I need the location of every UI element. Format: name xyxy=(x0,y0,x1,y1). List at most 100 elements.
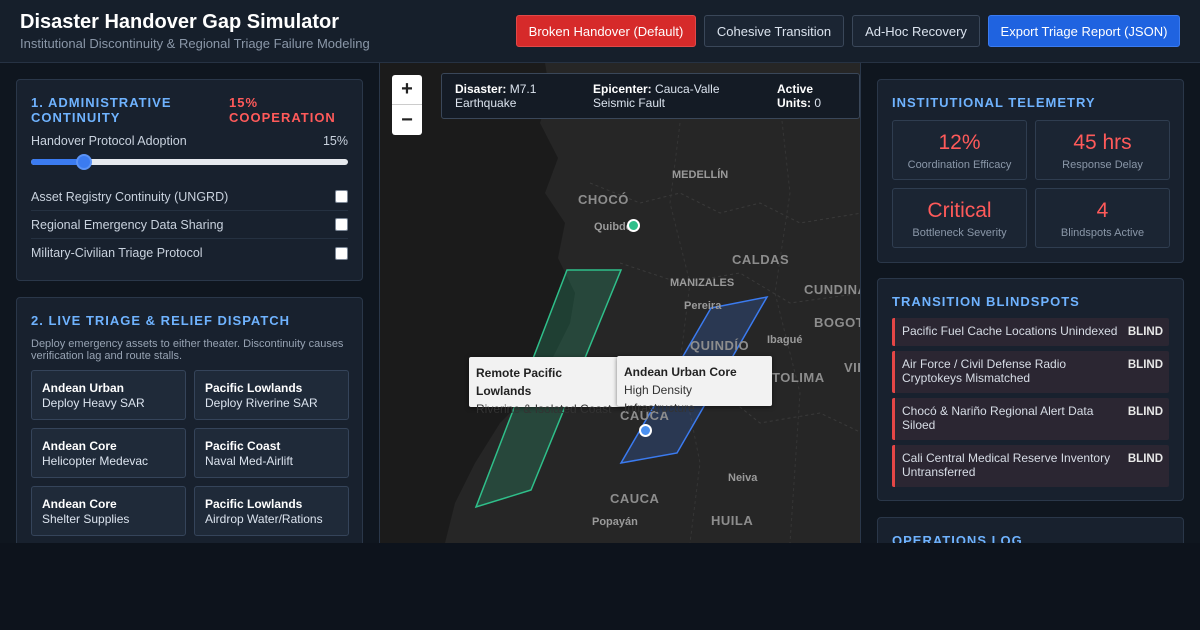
blindspot-text: Air Force / Civil Defense Radio Cryptoke… xyxy=(902,357,1067,385)
pacific-tooltip-title: Remote Pacific Lowlands xyxy=(476,366,563,398)
active-units-value: 0 xyxy=(814,96,822,110)
live-triage-panel: 2. Live Triage & Relief Dispatch Deploy … xyxy=(16,297,363,543)
dispatch-zone: Pacific Lowlands xyxy=(205,497,303,511)
map-city-label: Ibagué xyxy=(767,334,803,346)
map-region-label: TOLIMA xyxy=(772,370,825,385)
metric-label: Blindspots Active xyxy=(1060,227,1145,239)
disaster-info-bar: Disaster: M7.1 Earthquake Epicenter: Cau… xyxy=(441,73,860,119)
zoom-out-button[interactable]: − xyxy=(392,105,422,135)
disaster-label: Disaster: xyxy=(455,82,507,96)
blindspot-tag: BLIND xyxy=(1127,406,1163,418)
metric-label: Response Delay xyxy=(1062,159,1143,171)
map-city-label: Pereira xyxy=(684,300,722,312)
dispatch-pacific-coast-airlift-button[interactable]: Pacific Coast Naval Med-Airlift xyxy=(194,428,349,478)
blindspots-section-title: Transition Blindspots xyxy=(892,294,1080,309)
metric-label: Bottleneck Severity xyxy=(912,227,1007,239)
scenario-broken-handover-button[interactable]: Broken Handover (Default) xyxy=(516,15,696,47)
metric-coordination-efficacy: 12% Coordination Efficacy xyxy=(892,120,1027,180)
metric-label: Coordination Efficacy xyxy=(907,159,1012,171)
slider-thumb[interactable] xyxy=(76,154,92,170)
metric-value: 45 hrs xyxy=(1073,131,1132,154)
map-region-label: VILL xyxy=(844,360,860,375)
andean-tooltip-title: Andean Urban Core xyxy=(624,365,737,379)
pacific-unit-marker[interactable] xyxy=(627,219,640,232)
department-border xyxy=(774,102,801,543)
department-border xyxy=(669,122,701,543)
app-header: Disaster Handover Gap Simulator Institut… xyxy=(0,0,1200,63)
admin-section-title: 1. Administrative Continuity xyxy=(31,95,172,125)
dispatch-andean-core-shelter-button[interactable]: Andean Core Shelter Supplies xyxy=(31,486,186,536)
map-city-label: Neiva xyxy=(728,472,758,484)
metric-bottleneck-severity: Critical Bottleneck Severity xyxy=(892,188,1027,248)
transition-blindspots-panel: Transition Blindspots Pacific Fuel Cache… xyxy=(877,278,1184,501)
dispatch-pacific-lowlands-airdrop-button[interactable]: Pacific Lowlands Airdrop Water/Rations xyxy=(194,486,349,536)
epicenter-label: Epicenter: xyxy=(593,82,652,96)
triage-description: Deploy emergency assets to either theate… xyxy=(31,338,344,362)
scenario-adhoc-recovery-button[interactable]: Ad-Hoc Recovery xyxy=(852,15,980,47)
check-label-asset-registry: Asset Registry Continuity (UNGRD) xyxy=(31,189,229,204)
institutional-telemetry-panel: Institutional Telemetry 12% Coordination… xyxy=(877,79,1184,263)
page-background xyxy=(0,543,1200,630)
map-region-label: HUILA xyxy=(711,513,754,528)
export-triage-report-button[interactable]: Export Triage Report (JSON) xyxy=(988,15,1180,47)
map-region-label: CHOCÓ xyxy=(578,192,629,207)
metric-value: 4 xyxy=(1096,199,1109,222)
check-row-asset-registry[interactable]: Asset Registry Continuity (UNGRD) xyxy=(31,183,348,211)
check-label-regional-data: Regional Emergency Data Sharing xyxy=(31,217,224,232)
map-region-label: CAUCA xyxy=(610,491,660,506)
cooperation-badge: 15% Cooperation xyxy=(229,95,336,125)
left-sidebar: 1. Administrative Continuity 15% Coopera… xyxy=(0,63,379,543)
pacific-zone-tooltip: Remote Pacific Lowlands Riverine & Isola… xyxy=(469,357,627,416)
dispatch-zone: Pacific Lowlands xyxy=(205,381,303,395)
zoom-in-button[interactable]: + xyxy=(392,75,422,105)
dispatch-pacific-lowlands-riverine-sar-button[interactable]: Pacific Lowlands Deploy Riverine SAR xyxy=(194,370,349,420)
blindspot-tag: BLIND xyxy=(1127,359,1163,371)
map-basemap xyxy=(380,63,860,543)
metric-blindspots-active: 4 Blindspots Active xyxy=(1035,188,1170,248)
pacific-tooltip-text: Riverine & Isolated Coast xyxy=(476,402,612,416)
map-region-label: QUINDÍO xyxy=(690,338,750,353)
dispatch-action: Naval Med-Airlift xyxy=(205,454,294,468)
active-units-info: Active Units: 0 xyxy=(777,82,847,110)
map-region-label: BOGOTÁ xyxy=(814,315,860,330)
blindspot-text: Pacific Fuel Cache Locations Unindexed xyxy=(902,324,1118,338)
triage-section-title: 2. Live Triage & Relief Dispatch xyxy=(31,313,291,328)
metric-value: Critical xyxy=(927,199,992,222)
telemetry-section-title: Institutional Telemetry xyxy=(892,95,1096,110)
ocean-area xyxy=(380,63,575,543)
blindspot-item: Pacific Fuel Cache Locations Unindexed B… xyxy=(892,318,1169,346)
app-title: Disaster Handover Gap Simulator xyxy=(20,11,339,33)
check-row-military-civilian[interactable]: Military-Civilian Triage Protocol xyxy=(31,239,348,267)
blindspot-text: Chocó & Nariño Regional Alert Data Siloe… xyxy=(902,404,1094,432)
checkbox-asset-registry[interactable] xyxy=(335,190,348,203)
scenario-cohesive-transition-button[interactable]: Cohesive Transition xyxy=(704,15,844,47)
map-region-label: CUNDINA xyxy=(804,282,860,297)
blindspot-item: Chocó & Nariño Regional Alert Data Siloe… xyxy=(892,398,1169,440)
metric-value: 12% xyxy=(938,131,981,154)
map-city-label: MANIZALES xyxy=(670,277,735,289)
handover-protocol-slider[interactable] xyxy=(31,154,348,170)
dispatch-andean-urban-heavy-sar-button[interactable]: Andean Urban Deploy Heavy SAR xyxy=(31,370,186,420)
map-region-label: CALDAS xyxy=(732,252,790,267)
administrative-continuity-panel: 1. Administrative Continuity 15% Coopera… xyxy=(16,79,363,281)
dispatch-zone: Andean Core xyxy=(42,497,117,511)
slider-label: Handover Protocol Adoption xyxy=(31,134,187,148)
andean-tooltip-text: High Density Infrastructure xyxy=(624,383,695,415)
blindspot-tag: BLIND xyxy=(1127,453,1163,465)
checkbox-regional-data[interactable] xyxy=(335,218,348,231)
map-view[interactable]: + − Disaster: M7.1 Earthquake Epicenter:… xyxy=(379,63,861,543)
department-border xyxy=(589,182,860,224)
ops-section-title: Operations Log xyxy=(892,533,1023,543)
dispatch-action: Deploy Heavy SAR xyxy=(42,396,145,410)
dispatch-andean-core-medevac-button[interactable]: Andean Core Helicopter Medevac xyxy=(31,428,186,478)
check-row-regional-data[interactable]: Regional Emergency Data Sharing xyxy=(31,211,348,239)
checkbox-military-civilian[interactable] xyxy=(335,246,348,260)
metric-response-delay: 45 hrs Response Delay xyxy=(1035,120,1170,180)
dispatch-zone: Andean Urban xyxy=(42,381,125,395)
dispatch-action: Helicopter Medevac xyxy=(42,454,149,468)
dispatch-action: Deploy Riverine SAR xyxy=(205,396,318,410)
operations-log-panel: Operations Log xyxy=(877,517,1184,543)
map-city-label: Popayán xyxy=(592,516,638,528)
andean-unit-marker[interactable] xyxy=(639,424,652,437)
dispatch-zone: Pacific Coast xyxy=(205,439,281,453)
